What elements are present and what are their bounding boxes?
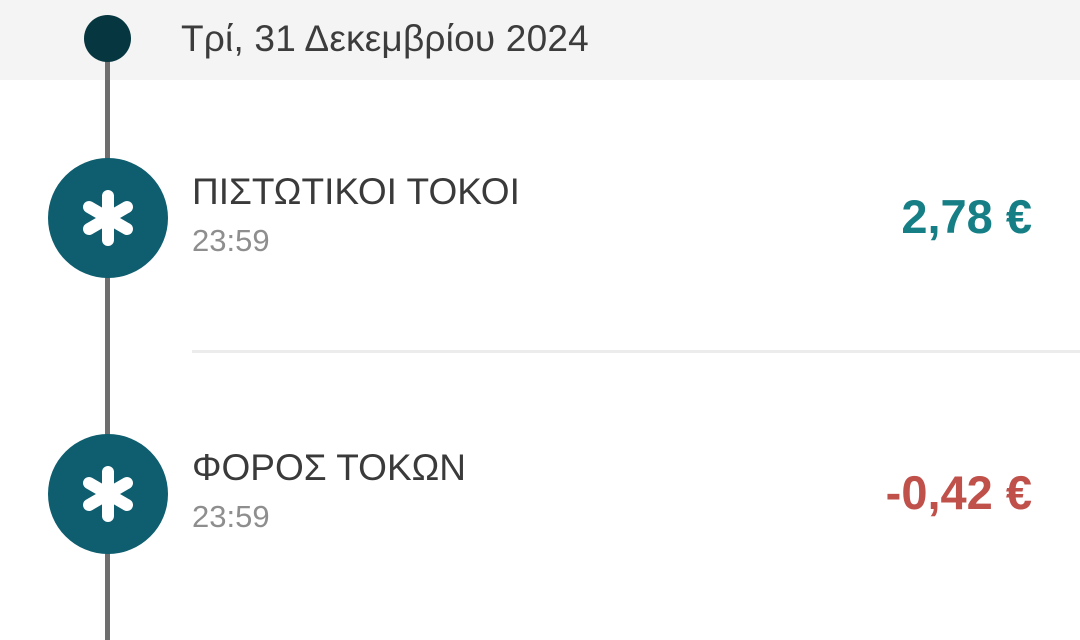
- timeline-date-dot: [84, 15, 131, 62]
- transaction-amount: 2,78 €: [901, 190, 1032, 243]
- asterisk-icon: [48, 434, 168, 554]
- transaction-amount: -0,42 €: [885, 466, 1032, 519]
- asterisk-icon: [48, 158, 168, 278]
- transaction-title: ΦΟΡΟΣ ΤΟΚΩΝ: [192, 447, 467, 488]
- transaction-title: ΠΙΣΤΩΤΙΚΟΙ ΤΟΚΟΙ: [192, 171, 520, 212]
- transaction-row[interactable]: ΠΙΣΤΩΤΙΚΟΙ ΤΟΚΟΙ 23:59 2,78 €: [0, 138, 1080, 298]
- row-divider: [192, 350, 1080, 353]
- transaction-row[interactable]: ΦΟΡΟΣ ΤΟΚΩΝ 23:59 -0,42 €: [0, 414, 1080, 574]
- date-header: Τρί, 31 Δεκεμβρίου 2024: [0, 0, 1080, 80]
- date-label: Τρί, 31 Δεκεμβρίου 2024: [181, 18, 589, 59]
- transaction-time: 23:59: [192, 223, 270, 258]
- transaction-time: 23:59: [192, 499, 270, 534]
